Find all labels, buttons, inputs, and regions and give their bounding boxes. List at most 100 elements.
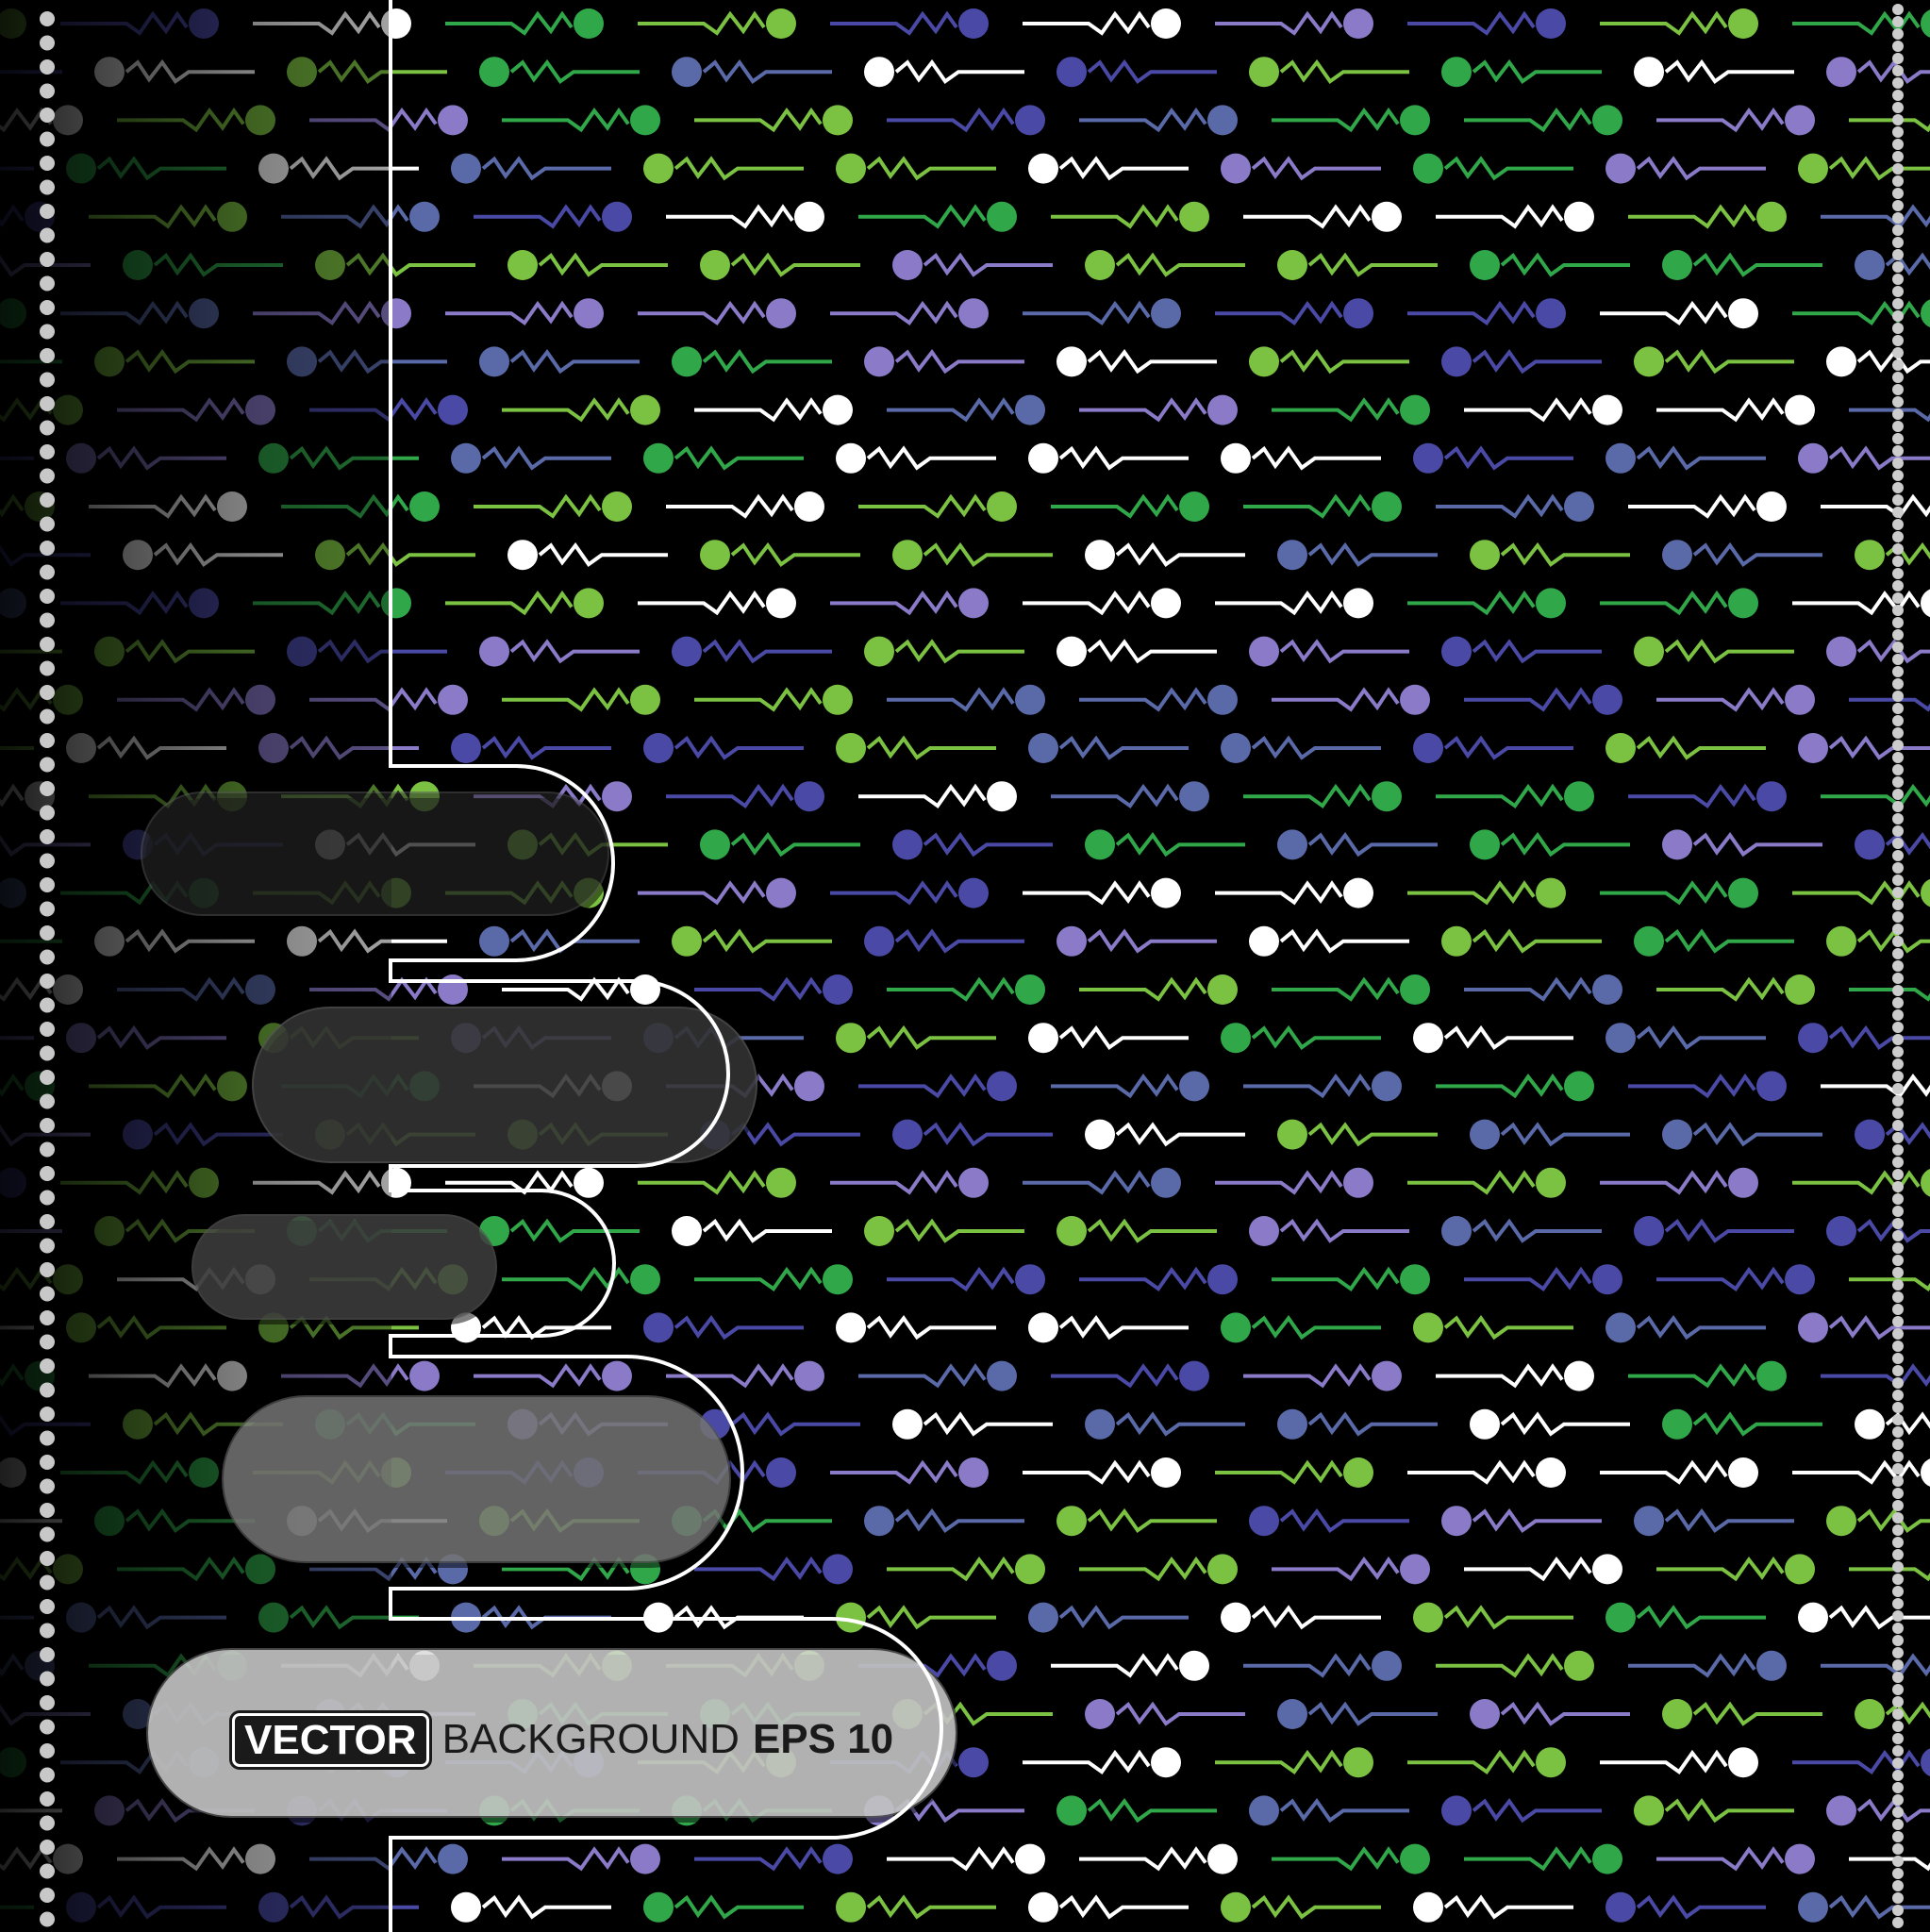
border-dot [1892, 911, 1904, 923]
border-dot [1892, 384, 1904, 395]
border-dot [1892, 372, 1904, 383]
border-dot [1892, 936, 1904, 947]
border-dot [1892, 825, 1904, 837]
border-dot [40, 1141, 55, 1158]
border-dot [1892, 1402, 1904, 1413]
border-dot [1892, 948, 1904, 959]
border-dot [1892, 1083, 1904, 1094]
border-dot [1892, 1291, 1904, 1303]
border-dot [40, 396, 55, 411]
border-dot [40, 829, 55, 844]
border-dot [1892, 1635, 1904, 1646]
border-dot [40, 1647, 55, 1662]
border-dot [1892, 1623, 1904, 1634]
border-dot [40, 1888, 55, 1903]
border-dot [40, 660, 55, 676]
border-dot [1892, 1120, 1904, 1131]
border-dot [40, 1840, 55, 1855]
border-dot [1892, 1868, 1904, 1879]
border-dot [1892, 1610, 1904, 1622]
border-dot [40, 11, 55, 26]
border-dot [40, 444, 55, 459]
border-dot [40, 324, 55, 340]
border-dot [40, 1623, 55, 1639]
border-dot [40, 1382, 55, 1398]
border-dot [1892, 801, 1904, 812]
border-dot [1892, 188, 1904, 199]
border-dot [40, 685, 55, 700]
border-dot [40, 1719, 55, 1735]
border-dot [1892, 1843, 1904, 1855]
border-dot [40, 300, 55, 315]
border-dot [40, 925, 55, 941]
border-dot [40, 564, 55, 580]
border-dot [1892, 1242, 1904, 1254]
border-dot [40, 708, 55, 724]
border-dot [1892, 813, 1904, 824]
border-dot [1892, 985, 1904, 996]
border-dot [1892, 1684, 1904, 1695]
border-dot [1892, 776, 1904, 788]
border-dot [1892, 1230, 1904, 1241]
border-dot [1892, 1512, 1904, 1524]
right-dotted-border [1892, 4, 1904, 1928]
border-dot [40, 1022, 55, 1037]
border-dot [1892, 1279, 1904, 1291]
border-dot [40, 252, 55, 267]
border-dot [1892, 445, 1904, 457]
border-dot [1892, 1439, 1904, 1450]
border-dot [1892, 1488, 1904, 1499]
border-dot [1892, 1341, 1904, 1352]
border-dot [1892, 1647, 1904, 1658]
border-dot [40, 1190, 55, 1206]
border-dot [40, 108, 55, 123]
border-dot [40, 131, 55, 147]
border-dot [1892, 617, 1904, 628]
border-dot [1892, 1524, 1904, 1536]
border-dot [40, 1743, 55, 1758]
border-dot [1892, 1782, 1904, 1793]
border-dot [1892, 310, 1904, 322]
border-dot [40, 1358, 55, 1374]
border-dot [40, 1310, 55, 1325]
border-dot [1892, 507, 1904, 518]
border-dot [1892, 973, 1904, 984]
border-dot [1892, 727, 1904, 739]
border-dot [40, 204, 55, 219]
border-dot [1892, 1721, 1904, 1732]
border-dot [40, 757, 55, 773]
border-dot [40, 901, 55, 917]
border-dot [40, 227, 55, 243]
pill [222, 1395, 731, 1563]
border-dot [1892, 691, 1904, 702]
border-dot [1892, 114, 1904, 125]
border-dot [1892, 1917, 1904, 1928]
border-dot [1892, 764, 1904, 775]
border-dot [1892, 494, 1904, 506]
border-dot [1892, 752, 1904, 763]
border-dot [1892, 556, 1904, 567]
border-dot [1892, 1390, 1904, 1401]
border-dot [1892, 960, 1904, 972]
border-dot [1892, 580, 1904, 591]
background-word: BACKGROUND [441, 1716, 740, 1762]
border-dot [40, 974, 55, 989]
border-dot [1892, 605, 1904, 616]
border-dot [1892, 666, 1904, 677]
border-dot [1892, 1022, 1904, 1033]
border-dot [1892, 1071, 1904, 1082]
border-dot [1892, 77, 1904, 89]
border-dot [1892, 163, 1904, 175]
border-dot [1892, 1426, 1904, 1438]
border-dot [1892, 298, 1904, 309]
border-dot [40, 541, 55, 556]
border-dot [1892, 641, 1904, 653]
border-dot [1892, 1095, 1904, 1107]
border-dot [1892, 261, 1904, 273]
border-dot [1892, 396, 1904, 408]
border-dot [1892, 1757, 1904, 1769]
border-dot [1892, 16, 1904, 27]
border-dot [40, 1526, 55, 1542]
border-dot [40, 1791, 55, 1807]
border-dot [40, 156, 55, 171]
